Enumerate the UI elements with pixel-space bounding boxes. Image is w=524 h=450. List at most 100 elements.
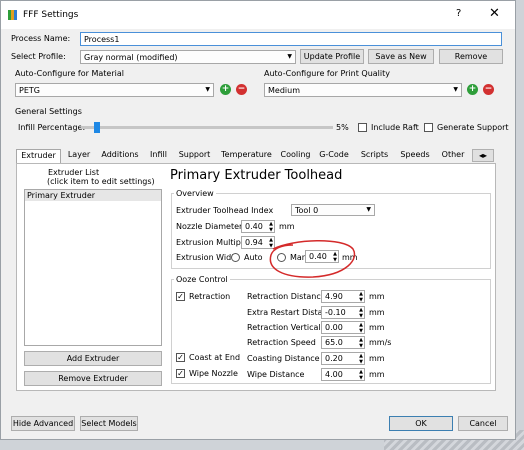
tab-additions[interactable]: Additions bbox=[97, 149, 143, 162]
toolhead-select[interactable]: Tool 0 ▼ bbox=[291, 204, 375, 216]
profile-select[interactable]: Gray normal (modified) ▼ bbox=[80, 50, 296, 64]
title-bar: FFF Settings ? ✕ bbox=[1, 1, 515, 29]
tab-scripts[interactable]: Scripts bbox=[355, 149, 394, 162]
quality-select-value: Medium bbox=[268, 86, 300, 95]
remove-material-icon[interactable]: − bbox=[236, 84, 247, 95]
coasting-distance-unit: mm bbox=[369, 354, 385, 363]
include-raft-label: Include Raft bbox=[371, 123, 419, 132]
wipe-checkbox[interactable]: ✓ bbox=[176, 369, 185, 378]
retraction-label: Retraction bbox=[189, 292, 231, 301]
tab-gcode[interactable]: G-Code bbox=[314, 149, 354, 162]
vertical-lift-unit: mm bbox=[369, 323, 385, 332]
cancel-button[interactable]: Cancel bbox=[458, 416, 508, 431]
tab-layer[interactable]: Layer bbox=[62, 149, 96, 162]
process-name-input[interactable]: Process1 bbox=[80, 32, 502, 46]
chevron-down-icon: ▼ bbox=[205, 86, 210, 93]
spin-arrows-icon[interactable]: ▲ ▼ bbox=[359, 337, 363, 349]
retraction-distance-unit: mm bbox=[369, 292, 385, 301]
update-profile-button[interactable]: Update Profile bbox=[300, 49, 364, 64]
chevron-down-icon: ▼ bbox=[287, 53, 292, 60]
save-as-new-button[interactable]: Save as New bbox=[368, 49, 434, 64]
retraction-speed-label: Retraction Speed bbox=[247, 338, 316, 347]
tab-speeds[interactable]: Speeds bbox=[395, 149, 435, 162]
material-select[interactable]: PETG ▼ bbox=[15, 83, 214, 97]
wipe-distance-value: 4.00 bbox=[325, 370, 343, 379]
close-icon[interactable]: ✕ bbox=[489, 6, 500, 21]
chevron-down-icon: ▼ bbox=[366, 206, 371, 213]
fff-settings-window: FFF Settings ? ✕ Process Name: Process1 … bbox=[0, 0, 516, 440]
list-item[interactable]: Primary Extruder bbox=[25, 190, 161, 201]
coast-label: Coast at End bbox=[189, 353, 241, 362]
app-icon bbox=[8, 10, 18, 20]
extra-restart-unit: mm bbox=[369, 308, 385, 317]
tab-infill[interactable]: Infill bbox=[144, 149, 173, 162]
spin-arrows-icon[interactable]: ▲ ▼ bbox=[359, 322, 363, 334]
chevron-down-icon: ▼ bbox=[453, 86, 458, 93]
tab-cooling[interactable]: Cooling bbox=[278, 149, 313, 162]
ok-button[interactable]: OK bbox=[389, 416, 453, 431]
extruder-list-title: Extruder List bbox=[48, 168, 100, 177]
coast-checkbox[interactable]: ✓ bbox=[176, 353, 185, 362]
infill-label: Infill Percentage: bbox=[18, 123, 86, 132]
vertical-lift-spinbox[interactable]: 0.00 ▲ ▼ bbox=[321, 321, 365, 334]
add-extruder-button[interactable]: Add Extruder bbox=[24, 351, 162, 366]
extruder-heading: Primary Extruder Toolhead bbox=[170, 168, 343, 183]
spin-arrows-icon[interactable]: ▲ ▼ bbox=[359, 353, 363, 365]
remove-extruder-button[interactable]: Remove Extruder bbox=[24, 371, 162, 386]
nozzle-diameter-spinbox[interactable]: 0.40 ▲ ▼ bbox=[241, 220, 275, 233]
toolhead-index-label: Extruder Toolhead Index bbox=[176, 206, 274, 215]
retraction-checkbox[interactable]: ✓ bbox=[176, 292, 185, 301]
coasting-distance-spinbox[interactable]: 0.20 ▲ ▼ bbox=[321, 352, 365, 365]
infill-slider[interactable] bbox=[81, 122, 333, 133]
add-material-icon[interactable]: + bbox=[220, 84, 231, 95]
coasting-distance-label: Coasting Distance bbox=[247, 354, 320, 363]
tab-support[interactable]: Support bbox=[174, 149, 215, 162]
add-quality-icon[interactable]: + bbox=[467, 84, 478, 95]
retraction-distance-label: Retraction Distance bbox=[247, 292, 326, 301]
retraction-speed-unit: mm/s bbox=[369, 338, 392, 347]
spin-arrows-icon[interactable]: ▲ ▼ bbox=[359, 307, 363, 319]
wipe-label: Wipe Nozzle bbox=[189, 369, 238, 378]
general-settings-label: General Settings bbox=[15, 107, 82, 116]
ooze-control-label: Ooze Control bbox=[174, 275, 230, 284]
include-raft-checkbox[interactable] bbox=[358, 123, 367, 132]
extra-restart-value: -0.10 bbox=[325, 308, 346, 317]
tab-temperature[interactable]: Temperature bbox=[216, 149, 277, 162]
spin-arrows-icon[interactable]: ▲ ▼ bbox=[359, 291, 363, 303]
auto-width-label: Auto bbox=[244, 253, 263, 262]
extrusion-width-label: Extrusion Width bbox=[176, 253, 240, 262]
wipe-distance-spinbox[interactable]: 4.00 ▲ ▼ bbox=[321, 368, 365, 381]
retraction-speed-spinbox[interactable]: 65.0 ▲ ▼ bbox=[321, 336, 365, 349]
infill-value: 5% bbox=[336, 123, 349, 132]
extrusion-multiplier-value: 0.94 bbox=[245, 238, 263, 247]
toolhead-select-value: Tool 0 bbox=[295, 206, 319, 215]
retraction-distance-value: 4.90 bbox=[325, 292, 343, 301]
hide-advanced-button[interactable]: Hide Advanced bbox=[11, 416, 75, 431]
process-name-label: Process Name: bbox=[11, 34, 71, 43]
infill-slider-handle[interactable] bbox=[94, 122, 100, 133]
remove-profile-button[interactable]: Remove bbox=[439, 49, 503, 64]
spin-arrows-icon[interactable]: ▲ ▼ bbox=[359, 369, 363, 381]
generate-support-checkbox[interactable] bbox=[424, 123, 433, 132]
nozzle-diameter-value: 0.40 bbox=[245, 222, 263, 231]
red-circle-annotation bbox=[269, 240, 356, 278]
generate-support-label: Generate Support bbox=[437, 123, 509, 132]
remove-quality-icon[interactable]: − bbox=[483, 84, 494, 95]
tab-bar: Extruder Layer Additions Infill Support … bbox=[16, 149, 496, 163]
tab-scroll-arrows[interactable]: ◂▸ bbox=[472, 149, 494, 162]
profile-select-value: Gray normal (modified) bbox=[84, 53, 178, 62]
nozzle-diameter-label: Nozzle Diameter bbox=[176, 222, 243, 231]
quality-select[interactable]: Medium ▼ bbox=[264, 83, 462, 97]
retraction-distance-spinbox[interactable]: 4.90 ▲ ▼ bbox=[321, 290, 365, 303]
tab-other[interactable]: Other bbox=[436, 149, 470, 162]
auto-width-radio[interactable] bbox=[231, 253, 240, 262]
tab-extruder[interactable]: Extruder bbox=[16, 149, 61, 163]
extruder-list[interactable]: Primary Extruder bbox=[24, 189, 162, 346]
overview-label: Overview bbox=[174, 189, 216, 198]
spin-arrows-icon[interactable]: ▲ ▼ bbox=[269, 221, 273, 233]
extra-restart-spinbox[interactable]: -0.10 ▲ ▼ bbox=[321, 306, 365, 319]
retraction-speed-value: 65.0 bbox=[325, 338, 343, 347]
auto-material-label: Auto-Configure for Material bbox=[15, 69, 124, 78]
select-models-button[interactable]: Select Models bbox=[80, 416, 138, 431]
help-icon[interactable]: ? bbox=[456, 8, 461, 19]
